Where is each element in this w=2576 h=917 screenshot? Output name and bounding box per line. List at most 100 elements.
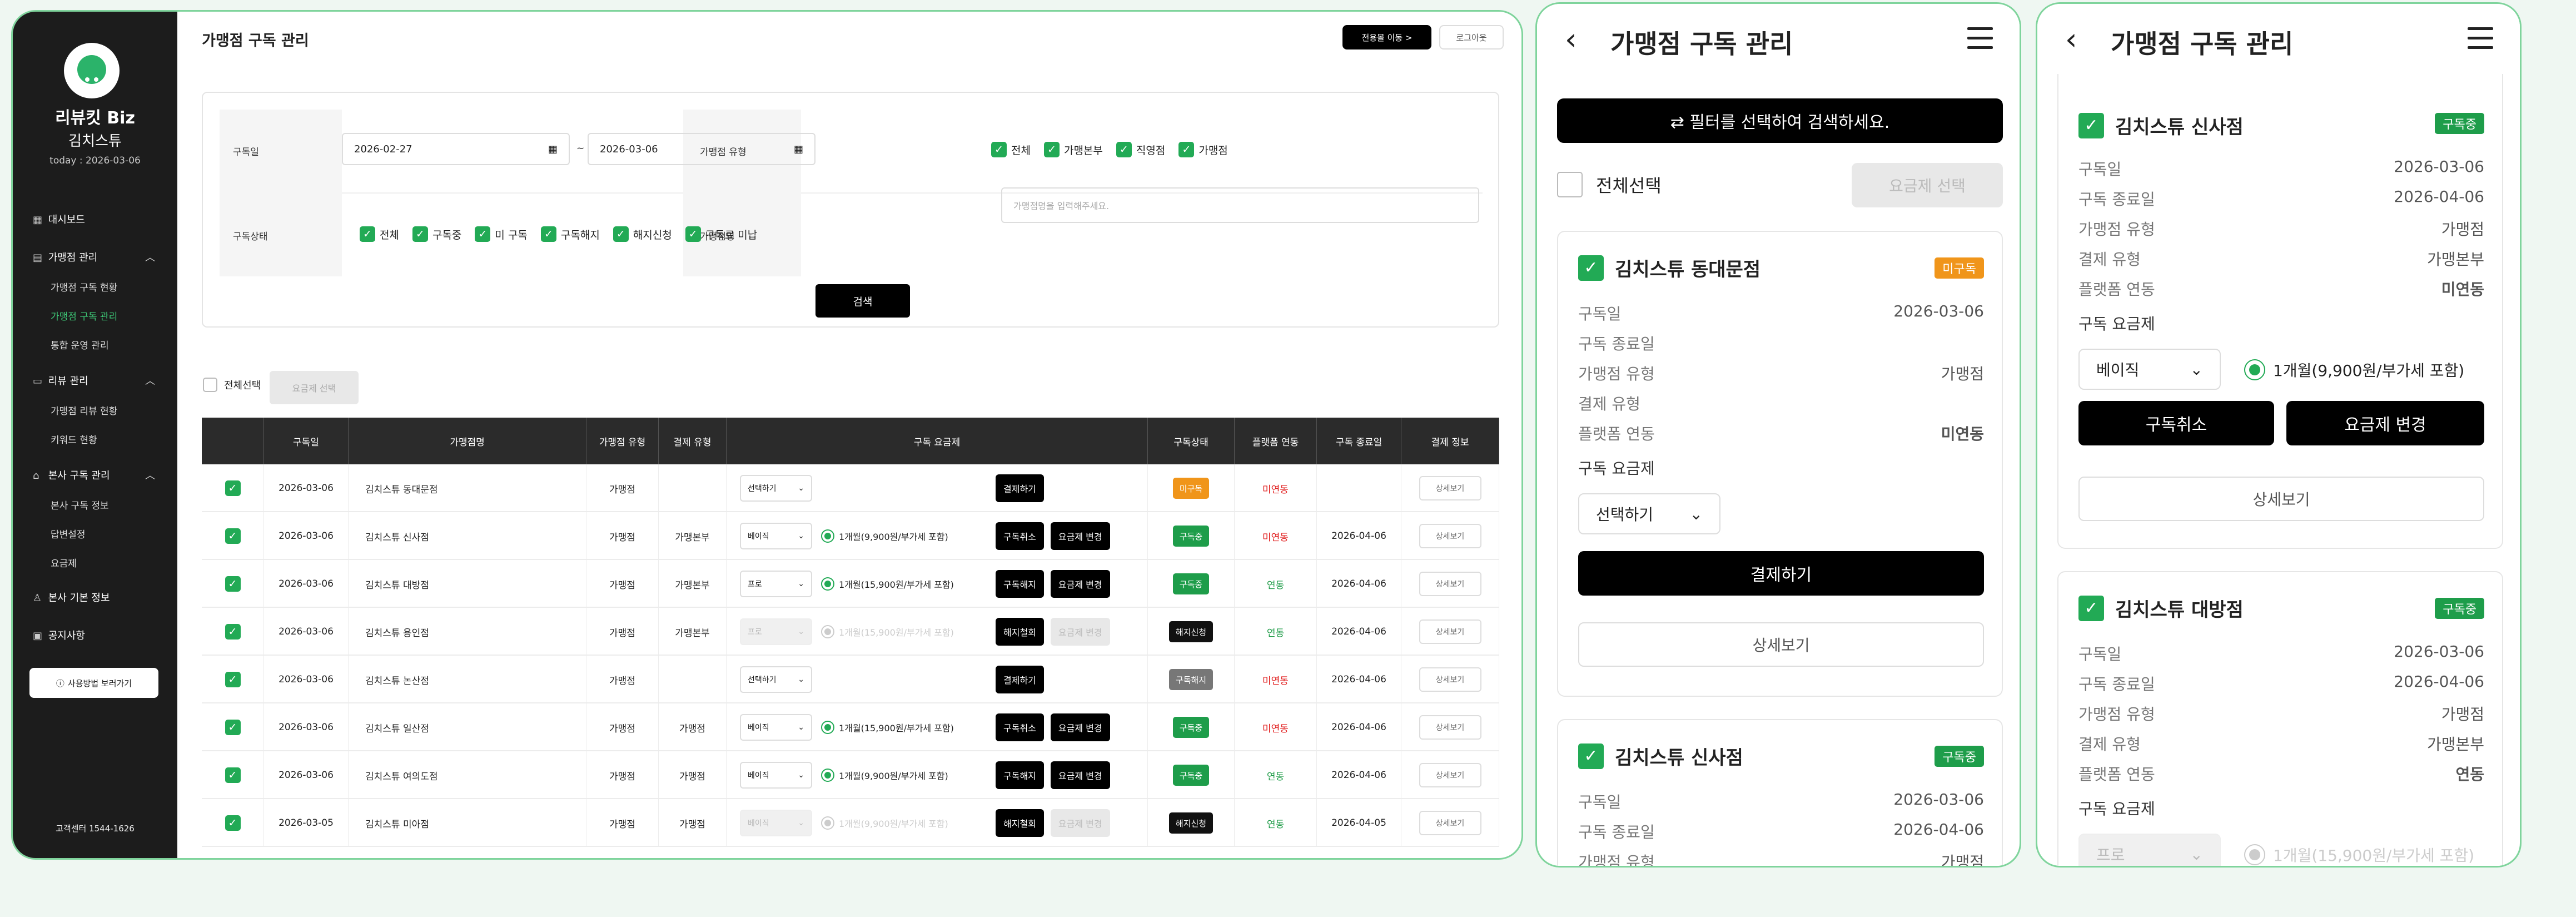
radio-icon[interactable] xyxy=(821,769,834,782)
nav-dashboard[interactable]: ▦ 대시보드 xyxy=(33,212,85,226)
nav-reply[interactable]: 답변설정 xyxy=(51,527,86,541)
plan-dropdown[interactable]: 프로 ⌄ xyxy=(2078,834,2221,866)
action-button[interactable]: 구독해지 xyxy=(996,761,1044,789)
card-title[interactable]: ✓ 김치스튜 동대문점 xyxy=(1578,254,1761,281)
select-all[interactable]: 전체선택 xyxy=(203,378,261,392)
checkbox-icon[interactable] xyxy=(1557,172,1583,197)
status-none[interactable]: ✓ 미 구독 xyxy=(475,226,528,242)
detail-button[interactable]: 상세보기 xyxy=(1419,811,1481,835)
back-arrow-icon[interactable]: ‹ xyxy=(2065,22,2077,57)
action-button[interactable]: 구독해지 xyxy=(996,570,1044,598)
plan-dropdown[interactable]: 베이직 ⌄ xyxy=(740,523,812,549)
checkbox-icon[interactable]: ✓ xyxy=(225,624,241,640)
mall-button[interactable]: 전용몰 이동 > xyxy=(1342,25,1431,49)
plan-dropdown[interactable]: 베이직 ⌄ xyxy=(740,762,812,789)
action-button[interactable]: 결제하기 xyxy=(996,474,1044,502)
checkbox-icon[interactable]: ✓ xyxy=(225,672,241,687)
radio-icon[interactable] xyxy=(821,816,834,830)
status-cancelled[interactable]: ✓ 구독해지 xyxy=(540,226,600,242)
radio-icon[interactable] xyxy=(2244,844,2265,865)
checkbox-icon[interactable]: ✓ xyxy=(991,142,1007,157)
chevron-up-icon[interactable]: ︿ xyxy=(145,373,155,388)
plan-dropdown[interactable]: 베이직 ⌄ xyxy=(740,714,812,741)
plan-dropdown[interactable]: 프로 ⌄ xyxy=(740,571,812,597)
radio-icon[interactable] xyxy=(821,577,834,591)
action-button[interactable]: 해지철회 xyxy=(996,618,1044,646)
type-all[interactable]: ✓ 전체 xyxy=(991,142,1031,157)
checkbox-icon[interactable]: ✓ xyxy=(360,226,375,242)
action-button[interactable]: 해지철회 xyxy=(996,809,1044,837)
radio-icon[interactable] xyxy=(2244,359,2265,380)
plan-dropdown[interactable]: 프로 ⌄ xyxy=(740,618,812,645)
type-franchise[interactable]: ✓ 가맹점 xyxy=(1178,142,1228,157)
change-plan-button[interactable]: 요금제 변경 xyxy=(1050,570,1110,598)
status-all[interactable]: ✓ 전체 xyxy=(360,226,399,242)
detail-button[interactable]: 상세보기 xyxy=(1419,572,1481,596)
checkbox-icon[interactable]: ✓ xyxy=(412,226,428,242)
action-button[interactable]: 결제하기 xyxy=(996,666,1044,693)
hamburger-menu-icon[interactable] xyxy=(1967,27,1993,49)
type-direct[interactable]: ✓ 직영점 xyxy=(1116,142,1165,157)
detail-button[interactable]: 상세보기 xyxy=(2078,477,2484,521)
pay-button[interactable]: 결제하기 xyxy=(1578,551,1984,596)
action-button[interactable]: 구독취소 xyxy=(996,713,1044,741)
calendar-icon[interactable]: ▦ xyxy=(794,143,803,155)
filter-search-button[interactable]: ⇄ 필터를 선택하여 검색하세요. xyxy=(1557,98,2003,143)
back-arrow-icon[interactable]: ‹ xyxy=(1565,22,1577,57)
checkbox-icon[interactable]: ✓ xyxy=(2078,595,2104,621)
nav-hq-sub[interactable]: ⌂ 본사 구독 관리 xyxy=(33,468,110,482)
detail-button[interactable]: 상세보기 xyxy=(1419,524,1481,548)
date-from-input[interactable]: 2026-02-27 ▦ xyxy=(342,133,570,165)
radio-icon[interactable] xyxy=(821,529,834,543)
nav-review-mgmt[interactable]: ▭ 리뷰 관리 xyxy=(33,373,88,388)
checkbox-icon[interactable]: ✓ xyxy=(1178,142,1195,157)
card-title[interactable]: ✓ 김치스튜 대방점 xyxy=(2078,594,2244,622)
plan-radio[interactable]: 1개월(9,900원/부가세 포함) xyxy=(2244,359,2464,381)
detail-button[interactable]: 상세보기 xyxy=(1419,715,1481,740)
store-name-input[interactable]: 가맹점명을 입력해주세요. xyxy=(1001,187,1479,223)
date-to-input[interactable]: 2026-03-06 ▦ xyxy=(588,133,815,165)
plan-dropdown[interactable]: 선택하기 ⌄ xyxy=(1578,493,1720,534)
plan-dropdown[interactable]: 선택하기 ⌄ xyxy=(740,666,812,693)
nav-plan[interactable]: 요금제 xyxy=(51,556,77,569)
status-requested[interactable]: ✓ 해지신청 xyxy=(613,226,672,242)
type-hq[interactable]: ✓ 가맹본부 xyxy=(1043,142,1103,157)
checkbox-icon[interactable]: ✓ xyxy=(2078,112,2104,138)
hamburger-menu-icon[interactable] xyxy=(2468,27,2493,49)
plan-dropdown[interactable]: 선택하기 ⌄ xyxy=(740,475,812,502)
detail-button[interactable]: 상세보기 xyxy=(1419,763,1481,787)
checkbox-icon[interactable] xyxy=(203,378,217,392)
radio-icon[interactable] xyxy=(821,721,834,734)
card-title[interactable]: ✓ 김치스튜 신사점 xyxy=(2078,112,2244,139)
plan-select-button[interactable]: 요금제 선택 xyxy=(270,371,359,404)
status-active[interactable]: ✓ 구독중 xyxy=(412,226,461,242)
nav-review-status[interactable]: 가맹점 리뷰 현황 xyxy=(51,403,117,417)
detail-button[interactable]: 상세보기 xyxy=(1419,619,1481,644)
checkbox-icon[interactable]: ✓ xyxy=(1116,142,1132,157)
checkbox-icon[interactable]: ✓ xyxy=(225,480,241,496)
logout-button[interactable]: 로그아웃 xyxy=(1439,25,1504,49)
change-plan-button[interactable]: 요금제 변경 xyxy=(2286,401,2484,445)
checkbox-icon[interactable]: ✓ xyxy=(225,815,241,831)
mobile-select-all[interactable]: 전체선택 xyxy=(1557,172,1662,197)
checkbox-icon[interactable]: ✓ xyxy=(475,226,491,242)
checkbox-icon[interactable]: ✓ xyxy=(225,576,241,592)
search-button[interactable]: 검색 xyxy=(815,284,910,318)
chevron-up-icon[interactable]: ︿ xyxy=(145,468,155,482)
plan-dropdown[interactable]: 베이직 ⌄ xyxy=(2078,349,2221,390)
nav-store-status[interactable]: 가맹점 구독 현황 xyxy=(51,280,117,294)
change-plan-button[interactable]: 요금제 변경 xyxy=(1050,713,1110,741)
detail-button[interactable]: 상세보기 xyxy=(1578,622,1984,667)
change-plan-button[interactable]: 요금제 변경 xyxy=(1050,761,1110,789)
action-button[interactable]: 구독취소 xyxy=(996,522,1044,550)
checkbox-icon[interactable]: ✓ xyxy=(613,226,629,242)
checkbox-icon[interactable]: ✓ xyxy=(1043,142,1060,157)
nav-keyword[interactable]: 키워드 현황 xyxy=(51,432,97,446)
guide-button[interactable]: ⓘ 사용방법 보러가기 xyxy=(29,668,158,698)
chevron-up-icon[interactable]: ︿ xyxy=(145,250,155,264)
change-plan-button[interactable]: 요금제 변경 xyxy=(1050,522,1110,550)
cancel-button[interactable]: 구독취소 xyxy=(2078,401,2274,445)
nav-notice[interactable]: ▣ 공지사항 xyxy=(33,628,85,642)
checkbox-icon[interactable]: ✓ xyxy=(685,226,701,242)
detail-button[interactable]: 상세보기 xyxy=(1419,667,1481,692)
